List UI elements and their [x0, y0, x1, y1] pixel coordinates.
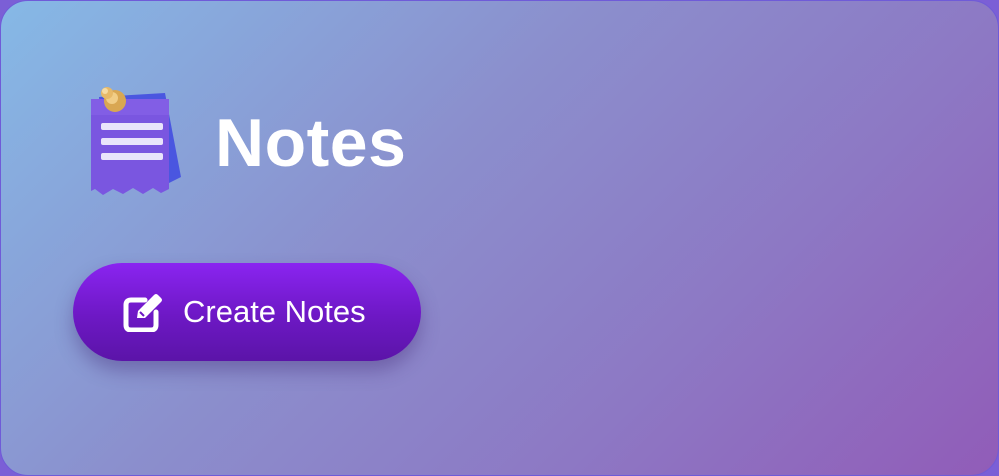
page-title: Notes: [215, 105, 407, 181]
notes-header: Notes: [85, 85, 406, 201]
create-notes-button[interactable]: Create Notes: [73, 263, 421, 361]
notes-card: Notes Create Notes: [0, 0, 999, 476]
edit-icon: [123, 292, 163, 333]
notes-icon: [85, 85, 185, 201]
create-notes-label: Create Notes: [183, 294, 366, 329]
